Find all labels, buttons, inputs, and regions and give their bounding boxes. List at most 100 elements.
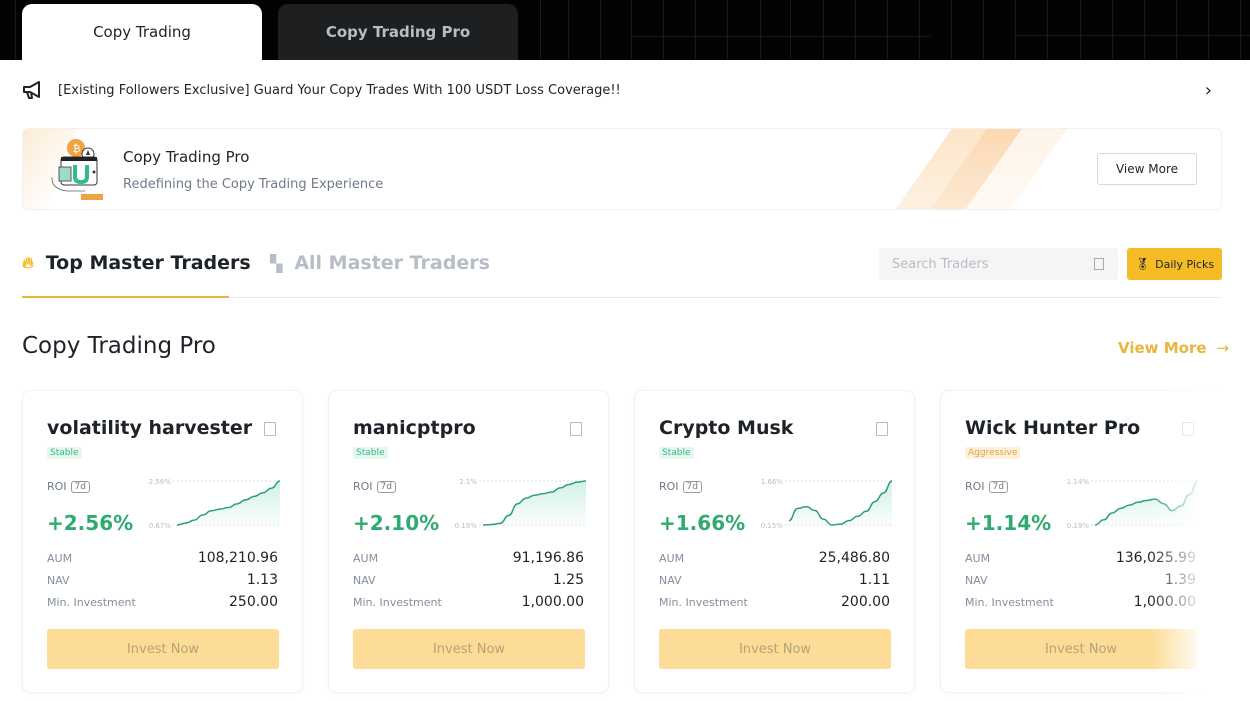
invest-now-button[interactable]: Invest Now [659,629,891,669]
nav-value: 1.11 [858,572,890,588]
nav-value: 1.39 [1164,572,1196,588]
roi-value: +1.66% [659,511,746,535]
roi-label: ROI 7d [353,480,396,493]
aum-row: AUM 91,196.86 [353,549,584,567]
grid-line [540,0,541,60]
chevron-right-icon[interactable]: › [1205,80,1212,101]
period-badge: 7d [70,480,90,493]
grid-line [887,0,888,60]
trader-card[interactable]: Wick Hunter Pro Aggressive ROI 7d +1.14%… [940,390,1221,693]
risk-badge: Aggressive [965,447,1021,459]
aum-label: AUM [965,551,991,565]
min-investment-value: 1,000.00 [1133,594,1196,610]
trader-name[interactable]: volatility harvester [47,417,252,439]
favorite-icon[interactable] [264,422,276,436]
roi-max-label: 1.14% [1067,478,1090,486]
top-header: Copy Trading Copy Trading Pro [0,0,1250,60]
grid-line [663,0,664,60]
nav-row: NAV 1.13 [47,571,278,589]
roi-sparkline-chart: 1.14% 0.19% [1067,478,1199,530]
trader-name[interactable]: Crypto Musk [659,417,793,439]
grid-line [1176,0,1177,60]
grid-line [855,0,856,60]
tab-copy-trading-pro[interactable]: Copy Trading Pro [278,4,518,60]
invest-now-button[interactable]: Invest Now [965,629,1197,669]
nav-label: NAV [353,573,376,587]
trader-card[interactable]: volatility harvester Stable ROI 7d +2.56… [22,390,303,693]
grid-line [631,36,931,37]
arrow-right-icon: → [1216,339,1230,357]
section-title: Copy Trading Pro [22,333,216,359]
tab-copy-trading[interactable]: Copy Trading [22,4,262,60]
fire-icon: 🔥︎ [22,253,34,272]
active-tab-indicator [22,296,229,298]
trader-card[interactable]: Crypto Musk Stable ROI 7d +1.66% 1.66% 0.… [634,390,915,693]
period-badge: 7d [988,480,1008,493]
tab-label: Top Master Traders [45,252,251,274]
section-view-more-link[interactable]: View More → [1118,339,1229,357]
trader-name[interactable]: manicptpro [353,417,476,439]
grid-line [1047,0,1048,60]
roi-text: ROI [659,480,679,493]
aum-value: 108,210.96 [197,550,278,566]
grid-line [1240,0,1241,60]
invest-now-button[interactable]: Invest Now [47,629,279,669]
nav-row: NAV 1.39 [965,571,1196,589]
announcement-bar[interactable]: [Existing Followers Exclusive] Guard You… [22,74,1222,106]
min-investment-row: Min. Investment 250.00 [47,593,278,611]
roi-label: ROI 7d [659,480,702,493]
aum-value: 91,196.86 [512,550,584,566]
roi-value: +2.56% [47,511,134,535]
grid-line [760,0,761,60]
roi-area [1095,481,1198,525]
aum-label: AUM [353,551,379,565]
search-box [879,248,1118,280]
grid-line [823,0,824,60]
grid-line [631,0,632,60]
grid-line [1208,0,1209,60]
aum-row: AUM 136,025.99 [965,549,1196,567]
min-investment-label: Min. Investment [965,595,1054,609]
svg-text:₿: ₿ [73,143,80,155]
grid-line [1080,0,1081,60]
roi-value: +1.14% [965,511,1052,535]
nav-label: NAV [47,573,70,587]
daily-picks-button[interactable]: 🏅︎ Daily Picks [1127,248,1222,280]
megaphone-icon [23,81,40,99]
tab-label: All Master Traders [294,252,490,274]
search-input[interactable] [892,256,1082,272]
nav-value: 1.13 [246,572,278,588]
favorite-icon[interactable] [570,422,582,436]
min-investment-label: Min. Investment [659,595,748,609]
risk-badge: Stable [47,447,82,459]
roi-area [789,481,892,525]
nav-label: NAV [965,573,988,587]
roi-label: ROI 7d [47,480,90,493]
favorite-icon[interactable] [876,422,888,436]
search-icon[interactable] [1094,258,1104,270]
grid-line [790,0,791,60]
trader-name[interactable]: Wick Hunter Pro [965,417,1140,439]
favorite-icon[interactable] [1182,422,1194,436]
nav-value: 1.25 [552,572,584,588]
copy-trading-pro-banner: ₿ Copy Trading Pro Redefining the Copy T… [22,128,1222,210]
banner-view-more-button[interactable]: View More [1097,153,1197,185]
grid-line [983,0,984,60]
nav-row: NAV 1.25 [353,571,584,589]
trader-card[interactable]: manicptpro Stable ROI 7d +2.10% 2.1% 0.18… [328,390,609,693]
roi-sparkline-chart: 1.66% 0.15% [761,478,893,530]
period-badge: 7d [376,480,396,493]
tab-all-master-traders[interactable]: ▚ All Master Traders [270,252,490,274]
grid-line [1015,35,1250,36]
view-more-label: View More [1118,339,1207,357]
roi-min-label: 0.15% [761,522,784,530]
grid-icon: ▚ [270,253,283,273]
min-investment-value: 250.00 [229,594,278,610]
roi-min-label: 0.19% [1067,522,1090,530]
roi-text: ROI [47,480,67,493]
grid-line [1144,0,1145,60]
tab-top-master-traders[interactable]: 🔥︎ Top Master Traders [22,252,251,274]
aum-row: AUM 108,210.96 [47,549,278,567]
aum-row: AUM 25,486.80 [659,549,890,567]
invest-now-button[interactable]: Invest Now [353,629,585,669]
